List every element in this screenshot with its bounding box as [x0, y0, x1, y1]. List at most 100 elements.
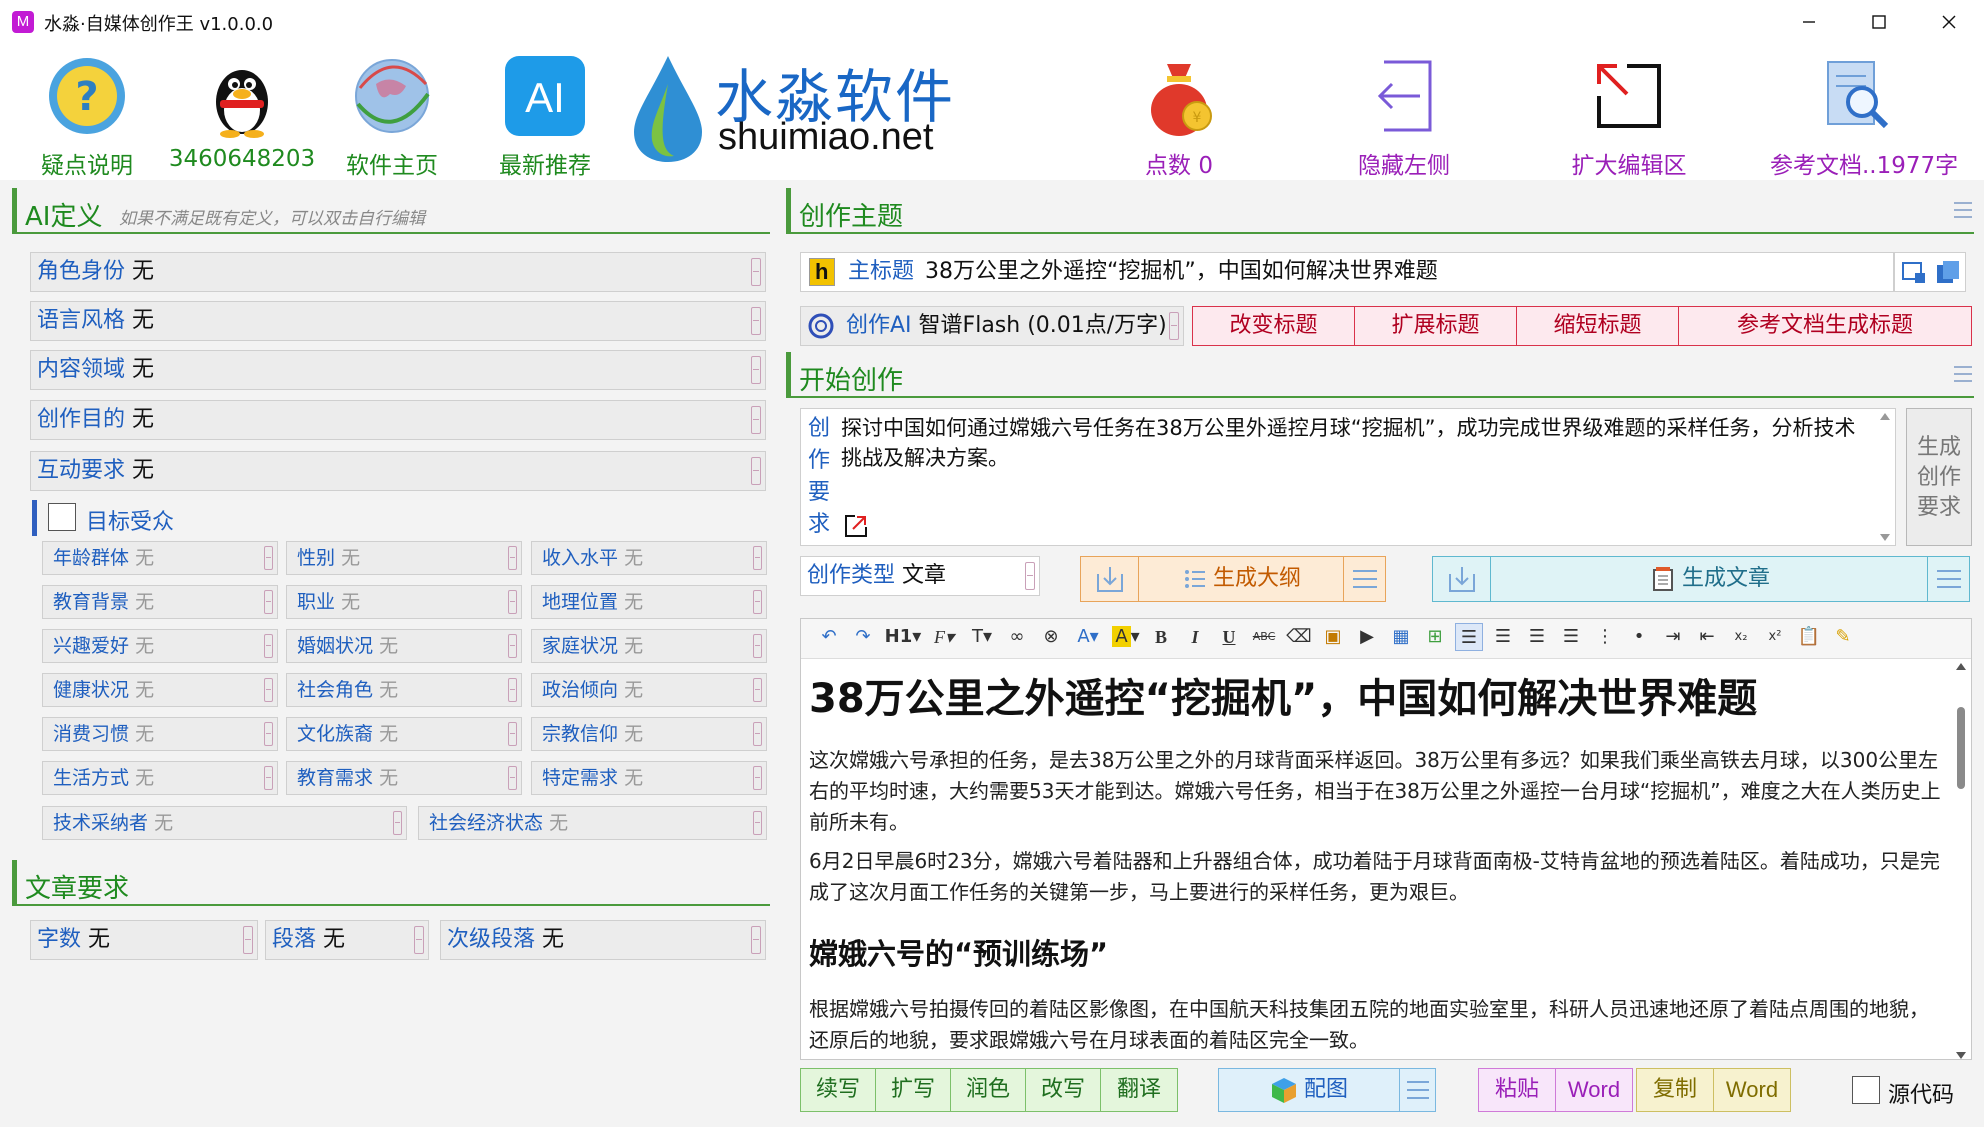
font-family-dropdown[interactable]: F▾ [927, 623, 961, 651]
grip-handle[interactable] [508, 766, 517, 790]
editor-content[interactable]: 38万公里之外遥控“挖掘机”，中国如何解决世界难题 这次嫦娥六号承担的任务，是去… [809, 663, 1943, 1059]
align-justify-icon[interactable]: ☰ [1557, 623, 1585, 651]
grip-handle[interactable] [243, 926, 253, 954]
topic-menu-icon[interactable] [1954, 202, 1972, 218]
grip-handle[interactable] [264, 722, 273, 746]
audience-field[interactable]: 年龄群体 无 [42, 541, 278, 575]
grip-handle[interactable] [751, 356, 761, 384]
generate-outline-button[interactable]: 生成大纲 [1139, 557, 1345, 601]
audience-field[interactable]: 收入水平 无 [531, 541, 767, 575]
link-icon[interactable]: ∞ [1003, 623, 1031, 651]
audience-field[interactable]: 文化族裔 无 [286, 717, 522, 751]
editor-scrollbar[interactable] [1953, 663, 1969, 1059]
continue-write-button[interactable]: 续写 [800, 1068, 876, 1112]
audience-field[interactable]: 消费习惯 无 [42, 717, 278, 751]
font-color-dropdown[interactable]: A▾ [1071, 623, 1105, 651]
insert-hr-icon[interactable]: ⊞ [1421, 623, 1449, 651]
audience-field[interactable]: 社会角色 无 [286, 673, 522, 707]
grip-handle[interactable] [414, 926, 424, 954]
highlight-dropdown[interactable]: A ▾ [1109, 623, 1143, 651]
ref-docs-button[interactable]: 参考文档..1977字 [1770, 48, 1958, 179]
insert-table-icon[interactable]: ▦ [1387, 623, 1415, 651]
grip-handle[interactable] [264, 590, 273, 614]
grip-handle[interactable] [753, 678, 762, 702]
target-audience-checkbox[interactable] [48, 503, 76, 531]
paste-word-button[interactable]: Word [1555, 1068, 1633, 1112]
homepage-button[interactable]: 软件主页 [307, 48, 477, 179]
italic-button[interactable]: I [1181, 623, 1209, 651]
ordered-list-icon[interactable]: ⋮ [1591, 623, 1619, 651]
grip-handle[interactable] [508, 634, 517, 658]
grip-handle[interactable] [1169, 312, 1179, 340]
audience-field[interactable]: 生活方式 无 [42, 761, 278, 795]
maximize-button[interactable] [1844, 0, 1914, 44]
rewrite-button[interactable]: 改写 [1025, 1068, 1101, 1112]
outline-import-button[interactable] [1081, 557, 1139, 601]
grip-handle[interactable] [753, 766, 762, 790]
audience-field[interactable]: 家庭状况 无 [531, 629, 767, 663]
qq-button[interactable]: 3460648203 [157, 48, 327, 178]
audience-field[interactable]: 性别 无 [286, 541, 522, 575]
grip-handle[interactable] [753, 590, 762, 614]
outdent-icon[interactable]: ⇤ [1693, 623, 1721, 651]
bold-button[interactable]: B [1147, 623, 1175, 651]
insert-video-icon[interactable]: ▶ [1353, 623, 1381, 651]
extend-title-button[interactable]: 扩展标题 [1354, 306, 1517, 346]
grip-handle[interactable] [393, 811, 402, 835]
points-button[interactable]: ¥ 点数 0 [1094, 48, 1264, 179]
grip-handle[interactable] [508, 546, 517, 570]
underline-button[interactable]: U [1215, 623, 1243, 651]
grip-handle[interactable] [753, 546, 762, 570]
grip-handle[interactable] [753, 722, 762, 746]
close-button[interactable] [1914, 0, 1984, 44]
grip-handle[interactable] [264, 678, 273, 702]
content-domain-field[interactable]: 内容领域 无 [30, 350, 766, 390]
creation-ai-select[interactable]: 创作AI 智谱Flash (0.01点/万字) [800, 306, 1184, 346]
audience-field[interactable]: 特定需求 无 [531, 761, 767, 795]
minimize-button[interactable] [1774, 0, 1844, 44]
audience-field[interactable]: 婚姻状况 无 [286, 629, 522, 663]
unordered-list-icon[interactable]: • [1625, 623, 1653, 651]
shorten-title-button[interactable]: 缩短标题 [1516, 306, 1679, 346]
audience-field[interactable]: 职业 无 [286, 585, 522, 619]
superscript-icon[interactable]: x² [1761, 623, 1789, 651]
strikethrough-button[interactable]: ABC [1247, 623, 1281, 651]
copy-word-button[interactable]: Word [1713, 1068, 1791, 1112]
audience-field[interactable]: 政治倾向 无 [531, 673, 767, 707]
title-edit-icon[interactable] [1901, 259, 1927, 285]
subscript-icon[interactable]: x₂ [1727, 623, 1755, 651]
role-identity-field[interactable]: 角色身份 无 [30, 252, 766, 292]
insert-image-icon[interactable]: ▣ [1319, 623, 1347, 651]
article-menu-button[interactable] [1927, 557, 1969, 601]
undo-icon[interactable]: ↶ [815, 623, 843, 651]
generate-article-button[interactable]: 生成文章 [1491, 557, 1929, 601]
hide-left-button[interactable]: 隐藏左侧 [1319, 48, 1489, 179]
grip-handle[interactable] [264, 634, 273, 658]
grip-handle[interactable] [264, 766, 273, 790]
grip-handle[interactable] [753, 634, 762, 658]
ref-doc-title-button[interactable]: 参考文档生成标题 [1678, 306, 1972, 346]
audience-field[interactable]: 教育背景 无 [42, 585, 278, 619]
redo-icon[interactable]: ↷ [849, 623, 877, 651]
word-count-field[interactable]: 字数 无 [30, 920, 258, 960]
font-size-dropdown[interactable]: T▾ [965, 623, 999, 651]
generate-requirement-button[interactable]: 生成 创作 要求 [1906, 408, 1972, 546]
grip-handle[interactable] [753, 811, 762, 835]
source-code-checkbox[interactable] [1852, 1076, 1880, 1104]
match-image-button[interactable]: 配图 [1219, 1069, 1399, 1111]
audience-field[interactable]: 宗教信仰 无 [531, 717, 767, 751]
outline-menu-button[interactable] [1343, 557, 1385, 601]
creation-type-select[interactable]: 创作类型 文章 [800, 556, 1040, 596]
audience-field[interactable]: 教育需求 无 [286, 761, 522, 795]
translate-button[interactable]: 翻译 [1100, 1068, 1178, 1112]
format-brush-icon[interactable]: ✎ [1829, 623, 1857, 651]
editor-scroll-thumb[interactable] [1957, 707, 1965, 789]
audience-field[interactable]: 健康状况 无 [42, 673, 278, 707]
requirement-scrollbar[interactable] [1877, 411, 1893, 543]
main-title-field[interactable]: h 主标题 38万公里之外遥控“挖掘机”，中国如何解决世界难题 [800, 252, 1894, 292]
audience-field[interactable]: 兴趣爱好 无 [42, 629, 278, 663]
grip-handle[interactable] [751, 307, 761, 335]
align-center-icon[interactable]: ☰ [1489, 623, 1517, 651]
align-right-icon[interactable]: ☰ [1523, 623, 1551, 651]
expand-write-button[interactable]: 扩写 [875, 1068, 951, 1112]
